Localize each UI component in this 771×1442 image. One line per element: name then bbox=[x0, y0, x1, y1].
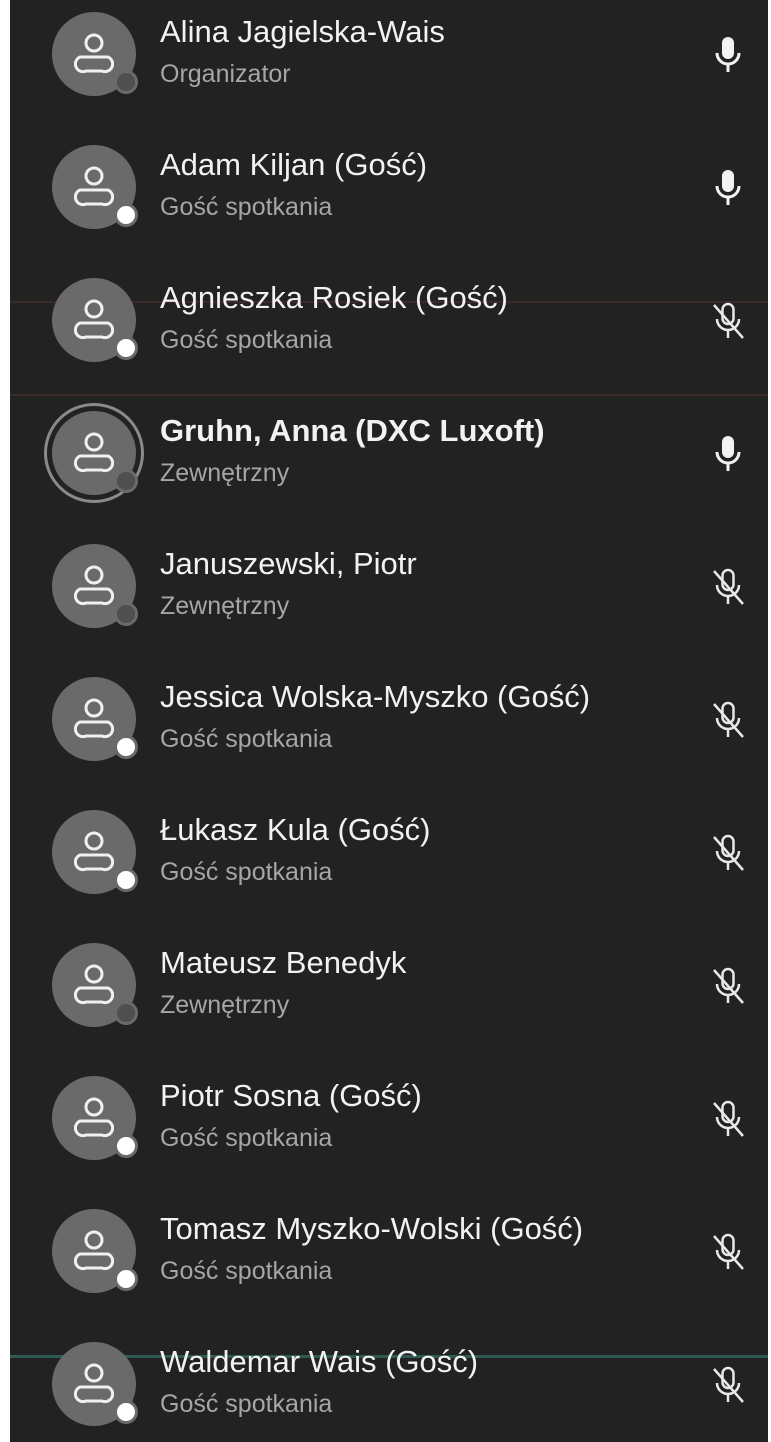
presence-badge bbox=[114, 203, 138, 227]
mic-off-icon[interactable] bbox=[710, 966, 746, 1006]
presence-badge bbox=[114, 1001, 138, 1025]
participant-row[interactable]: Januszewski, Piotr Zewnętrzny bbox=[10, 522, 768, 654]
person-icon bbox=[74, 33, 114, 74]
participant-row[interactable]: Alina Jagielska-Wais Organizator bbox=[10, 0, 768, 122]
participant-name: Tomasz Myszko-Wolski (Gość) bbox=[160, 1211, 584, 1246]
avatar bbox=[52, 810, 138, 894]
mic-off-icon[interactable] bbox=[710, 1365, 746, 1405]
participant-name: Januszewski, Piotr bbox=[160, 546, 417, 581]
participant-role: Gość spotkania bbox=[160, 1390, 333, 1418]
participant-name: Waldemar Wais (Gość) bbox=[160, 1344, 479, 1379]
person-icon bbox=[74, 166, 114, 207]
participant-name: Jessica Wolska-Myszko (Gość) bbox=[160, 679, 591, 714]
participant-name: Mateusz Benedyk bbox=[160, 945, 407, 980]
person-icon bbox=[74, 964, 114, 1005]
avatar bbox=[52, 1209, 138, 1293]
participant-row[interactable]: Mateusz Benedyk Zewnętrzny bbox=[10, 921, 768, 1053]
person-icon bbox=[74, 698, 114, 739]
presence-badge bbox=[114, 735, 138, 759]
participant-name: Agnieszka Rosiek (Gość) bbox=[160, 280, 509, 315]
mic-off-icon[interactable] bbox=[710, 301, 746, 341]
avatar bbox=[52, 943, 138, 1027]
person-icon bbox=[74, 565, 114, 606]
presence-badge bbox=[114, 336, 138, 360]
person-icon bbox=[74, 1363, 114, 1404]
participant-role: Gość spotkania bbox=[160, 1124, 333, 1152]
participant-role: Zewnętrzny bbox=[160, 459, 290, 487]
presence-badge bbox=[114, 868, 138, 892]
participant-role: Gość spotkania bbox=[160, 326, 333, 354]
person-icon bbox=[74, 432, 114, 473]
participant-name: Piotr Sosna (Gość) bbox=[160, 1078, 422, 1113]
participant-name: Gruhn, Anna (DXC Luxoft) bbox=[160, 413, 545, 448]
mic-off-icon[interactable] bbox=[710, 833, 746, 873]
mic-on-icon[interactable] bbox=[710, 35, 746, 75]
participant-row[interactable]: Adam Kiljan (Gość) Gość spotkania bbox=[10, 123, 768, 255]
mic-on-icon[interactable] bbox=[710, 168, 746, 208]
participant-row[interactable]: Łukasz Kula (Gość) Gość spotkania bbox=[10, 788, 768, 920]
presence-badge bbox=[114, 70, 138, 94]
participant-row[interactable]: Waldemar Wais (Gość) Gość spotkania bbox=[10, 1320, 768, 1442]
participant-role: Organizator bbox=[160, 60, 291, 88]
person-icon bbox=[74, 831, 114, 872]
participant-name: Łukasz Kula (Gość) bbox=[160, 812, 431, 847]
avatar bbox=[52, 278, 138, 362]
participant-row[interactable]: Tomasz Myszko-Wolski (Gość) Gość spotkan… bbox=[10, 1187, 768, 1319]
mic-off-icon[interactable] bbox=[710, 1099, 746, 1139]
mic-on-icon[interactable] bbox=[710, 434, 746, 474]
participants-panel: Alina Jagielska-Wais Organizator Adam Ki… bbox=[10, 0, 768, 1442]
avatar bbox=[52, 12, 138, 96]
mic-off-icon[interactable] bbox=[710, 1232, 746, 1272]
avatar bbox=[52, 544, 138, 628]
participant-row[interactable]: Gruhn, Anna (DXC Luxoft) Zewnętrzny bbox=[10, 389, 768, 521]
presence-badge bbox=[114, 469, 138, 493]
participant-role: Gość spotkania bbox=[160, 193, 333, 221]
participant-role: Gość spotkania bbox=[160, 725, 333, 753]
mic-off-icon[interactable] bbox=[710, 700, 746, 740]
avatar bbox=[52, 677, 138, 761]
avatar bbox=[52, 145, 138, 229]
participant-role: Gość spotkania bbox=[160, 858, 333, 886]
presence-badge bbox=[114, 602, 138, 626]
participant-row[interactable]: Agnieszka Rosiek (Gość) Gość spotkania bbox=[10, 256, 768, 388]
participant-name: Adam Kiljan (Gość) bbox=[160, 147, 428, 182]
person-icon bbox=[74, 299, 114, 340]
participant-role: Zewnętrzny bbox=[160, 592, 290, 620]
avatar bbox=[52, 411, 138, 495]
mic-off-icon[interactable] bbox=[710, 567, 746, 607]
person-icon bbox=[74, 1230, 114, 1271]
presence-badge bbox=[114, 1267, 138, 1291]
avatar bbox=[52, 1076, 138, 1160]
presence-badge bbox=[114, 1400, 138, 1424]
participant-row[interactable]: Piotr Sosna (Gość) Gość spotkania bbox=[10, 1054, 768, 1186]
participant-role: Gość spotkania bbox=[160, 1257, 333, 1285]
participant-role: Zewnętrzny bbox=[160, 991, 290, 1019]
participant-row[interactable]: Jessica Wolska-Myszko (Gość) Gość spotka… bbox=[10, 655, 768, 787]
presence-badge bbox=[114, 1134, 138, 1158]
participant-name: Alina Jagielska-Wais bbox=[160, 14, 445, 49]
avatar bbox=[52, 1342, 138, 1426]
person-icon bbox=[74, 1097, 114, 1138]
